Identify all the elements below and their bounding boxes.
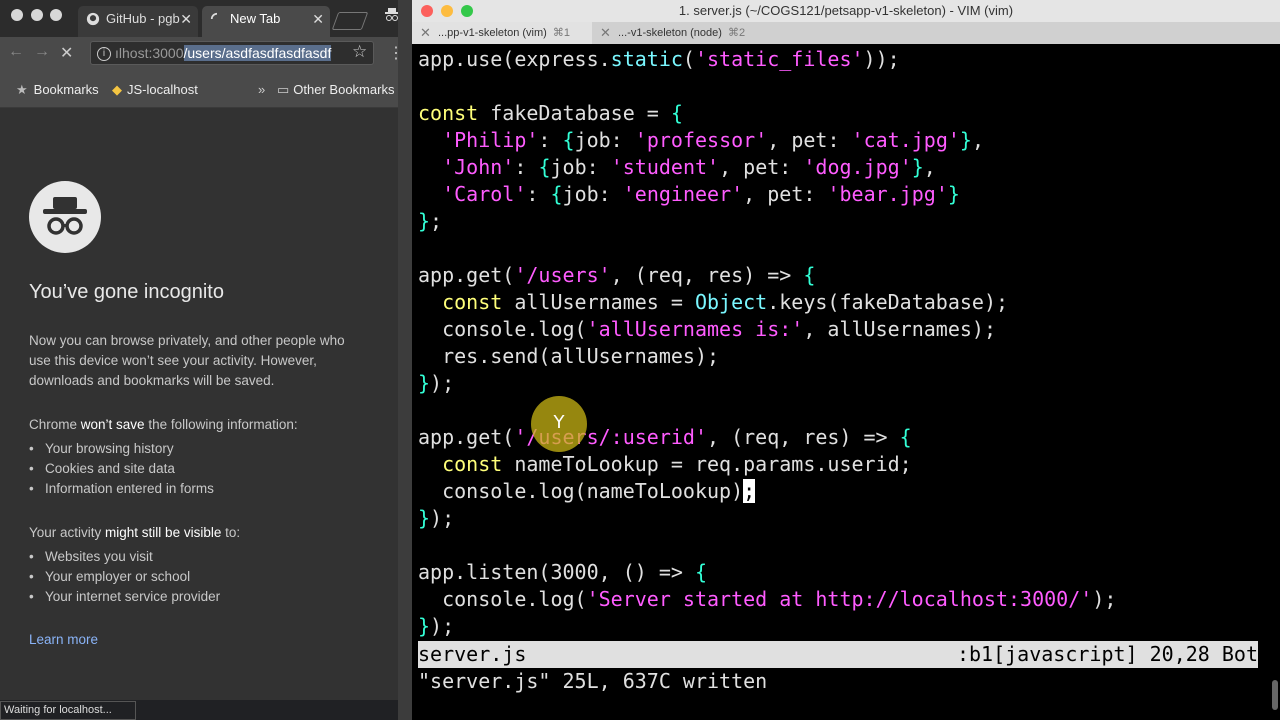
status-filename: server.js [418, 642, 527, 666]
window-divider [398, 0, 412, 720]
bookmarks-folder[interactable]: ★ Bookmarks [16, 82, 99, 98]
incognito-spy-icon [29, 181, 101, 253]
info-icon[interactable]: i [97, 47, 111, 62]
code-line: }); [418, 506, 455, 530]
code-line: 'Carol': {job: 'engineer', pet: 'bear.jp… [442, 182, 960, 206]
code-line: app.listen(3000, () => { [418, 560, 707, 584]
tab-strip: GitHub - pgb ✕ New Tab ✕ [0, 0, 399, 37]
tab-vim[interactable]: ✕ ...pp-v1-skeleton (vim) ⌘1 [412, 22, 592, 44]
scrollbar[interactable] [1272, 680, 1278, 710]
code-line: console.log('allUsernames is:', allUsern… [418, 317, 996, 341]
wont-save-heading: Chrome won’t save the following informat… [29, 417, 298, 432]
vim-editor[interactable]: app.use(express.static('static_files'));… [418, 46, 1268, 640]
code-line: console.log(nameToLookup); [418, 479, 756, 503]
tab-shortcut: ⌘2 [727, 27, 746, 39]
terminal-window: 1. server.js (~/COGS121/petsapp-v1-skele… [412, 0, 1280, 720]
close-tab-icon[interactable]: ✕ [420, 22, 431, 44]
vim-statusline: server.js :b1[javascript] 20,28 Bot [418, 641, 1258, 668]
code-line: }; [418, 209, 443, 233]
star-icon: ★ [16, 82, 28, 97]
code-line: const nameToLookup = req.params.userid; [442, 452, 912, 476]
code-line: app.get('/users', (req, res) => { [418, 263, 816, 287]
code-line: }); [418, 371, 455, 395]
tab-new-tab[interactable]: New Tab ✕ [202, 6, 330, 37]
new-tab-button[interactable] [331, 12, 369, 30]
stop-loading-icon[interactable]: ✕ [60, 43, 73, 63]
other-bookmarks-label: Other Bookmarks [293, 82, 395, 97]
close-window-button[interactable] [421, 5, 433, 17]
status-position: :b1[javascript] 20,28 Bot [956, 642, 1258, 666]
tab-node[interactable]: ✕ ...-v1-skeleton (node) ⌘2 [592, 22, 792, 44]
status-bubble: Waiting for localhost... [0, 701, 136, 720]
code-line: app.use(express.static('static_files')); [418, 47, 900, 71]
window-title: 1. server.js (~/COGS121/petsapp-v1-skele… [678, 3, 1014, 18]
tab-shortcut: ⌘1 [552, 27, 570, 39]
code-line: console.log('Server started at http://lo… [418, 587, 1117, 611]
list-item: Your internet service provider [29, 587, 220, 607]
code-line: 'John': {job: 'student', pet: 'dog.jpg'}… [442, 155, 936, 179]
browser-window: GitHub - pgb ✕ New Tab ✕ ← → ✕ i ılhost:3… [0, 0, 404, 720]
vim-command-line[interactable]: "server.js" 25L, 637C written [418, 668, 767, 695]
tab-github[interactable]: GitHub - pgb ✕ [78, 6, 198, 37]
minimize-window-button[interactable] [441, 5, 453, 17]
browser-toolbar: ← → ✕ i ılhost:3000/users/asdfasdfasdfasd… [0, 37, 404, 70]
close-tab-icon[interactable]: ✕ [600, 22, 611, 44]
back-arrow-icon[interactable]: ← [8, 43, 24, 61]
close-tab-icon[interactable]: ✕ [180, 6, 192, 32]
bookmarks-label: Bookmarks [33, 82, 99, 97]
click-indicator-label: Y [553, 412, 565, 433]
list-item: Websites you visit [29, 547, 220, 567]
tab-label: GitHub - pgb [106, 11, 180, 26]
minimize-window-button[interactable] [31, 9, 43, 21]
github-icon [86, 12, 100, 26]
click-indicator: Y [531, 396, 587, 452]
learn-more-link[interactable]: Learn more [29, 632, 98, 647]
loading-spinner-icon [210, 12, 218, 20]
code-line: res.send(allUsernames); [418, 344, 720, 368]
bookmark-label: JS-localhost [127, 82, 198, 97]
tab-label: New Tab [230, 11, 281, 26]
folder-icon: ▭ [277, 82, 290, 97]
bookmarks-bar: ★ Bookmarks ◆ JS-localhost » ▭ Other Bookma… [0, 70, 398, 108]
maximize-window-button[interactable] [461, 5, 473, 17]
maximize-window-button[interactable] [50, 9, 62, 21]
tab-label: ...pp-v1-skeleton (vim) [438, 27, 547, 39]
url-host: ılhost:3000 [115, 45, 184, 61]
other-bookmarks-folder[interactable]: ▭ Other Bookmarks [277, 82, 394, 98]
list-item: Your browsing history [29, 439, 214, 459]
address-bar[interactable]: i ılhost:3000/users/asdfasdfasdfasdf [90, 41, 374, 65]
code-line: }); [418, 614, 455, 638]
bookmark-star-icon[interactable]: ☆ [352, 42, 367, 62]
close-window-button[interactable] [11, 9, 23, 21]
code-line: 'Philip': {job: 'professor', pet: 'cat.j… [442, 128, 984, 152]
code-line: const allUsernames = Object.keys(fakeDat… [442, 290, 1009, 314]
terminal-tabs: ✕ ...pp-v1-skeleton (vim) ⌘1 ✕ ...-v1-ske… [412, 22, 1280, 44]
bookmark-js-localhost[interactable]: ◆ JS-localhost [112, 82, 198, 98]
incognito-intro: Now you can browse privately, and other … [29, 333, 345, 388]
still-visible-list: Websites you visit Your employer or scho… [29, 547, 220, 607]
tab-label: ...-v1-skeleton (node) [618, 27, 722, 39]
incognito-title: You’ve gone incognito [29, 281, 224, 303]
list-item: Cookies and site data [29, 459, 214, 479]
incognito-page: You’ve gone incognito Now you can browse… [0, 108, 398, 700]
python-icon: ◆ [112, 82, 122, 97]
wont-save-list: Your browsing history Cookies and site d… [29, 439, 214, 499]
terminal-titlebar: 1. server.js (~/COGS121/petsapp-v1-skele… [412, 0, 1280, 22]
bookmarks-overflow[interactable]: » [258, 82, 265, 97]
still-visible-heading: Your activity might still be visible to: [29, 525, 241, 540]
text-cursor: ; [743, 479, 756, 503]
list-item: Your employer or school [29, 567, 220, 587]
forward-arrow-icon[interactable]: → [34, 43, 50, 61]
list-item: Information entered in forms [29, 479, 214, 499]
code-line: const fakeDatabase = { [418, 101, 683, 125]
close-tab-icon[interactable]: ✕ [312, 6, 324, 32]
url-path: /users/asdfasdfasdfasdf [183, 45, 332, 61]
